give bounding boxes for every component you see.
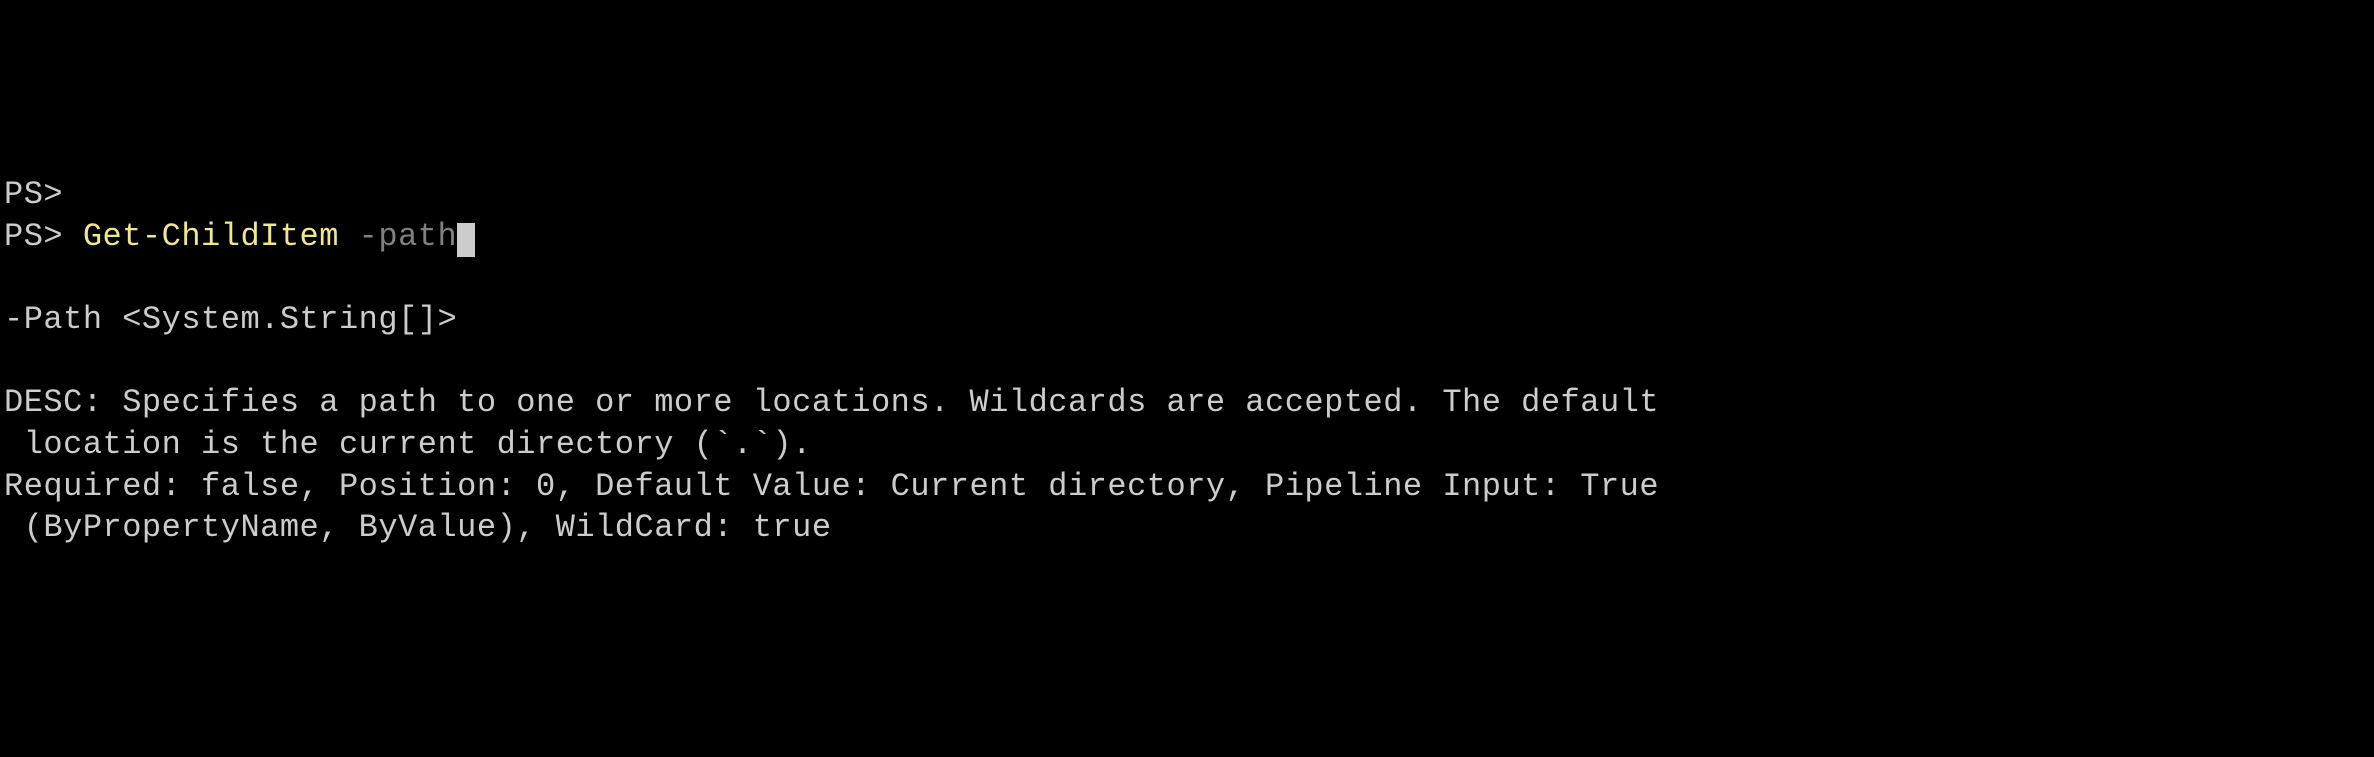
- space: [339, 218, 359, 255]
- help-description-line2: location is the current directory (`.`).: [4, 424, 2370, 466]
- prompt-text: PS>: [4, 218, 83, 255]
- cursor: [457, 223, 475, 257]
- prompt-line-empty: PS>: [4, 174, 2370, 216]
- parameter-name: -path: [359, 218, 458, 255]
- help-signature: -Path <System.String[]>: [4, 299, 2370, 341]
- command-line[interactable]: PS> Get-ChildItem -path: [4, 216, 2370, 258]
- blank-line: [4, 341, 2370, 383]
- blank-line: [4, 258, 2370, 300]
- help-metadata-line1: Required: false, Position: 0, Default Va…: [4, 466, 2370, 508]
- prompt-text: PS>: [4, 176, 63, 213]
- command-name: Get-ChildItem: [83, 218, 339, 255]
- help-description-line1: DESC: Specifies a path to one or more lo…: [4, 382, 2370, 424]
